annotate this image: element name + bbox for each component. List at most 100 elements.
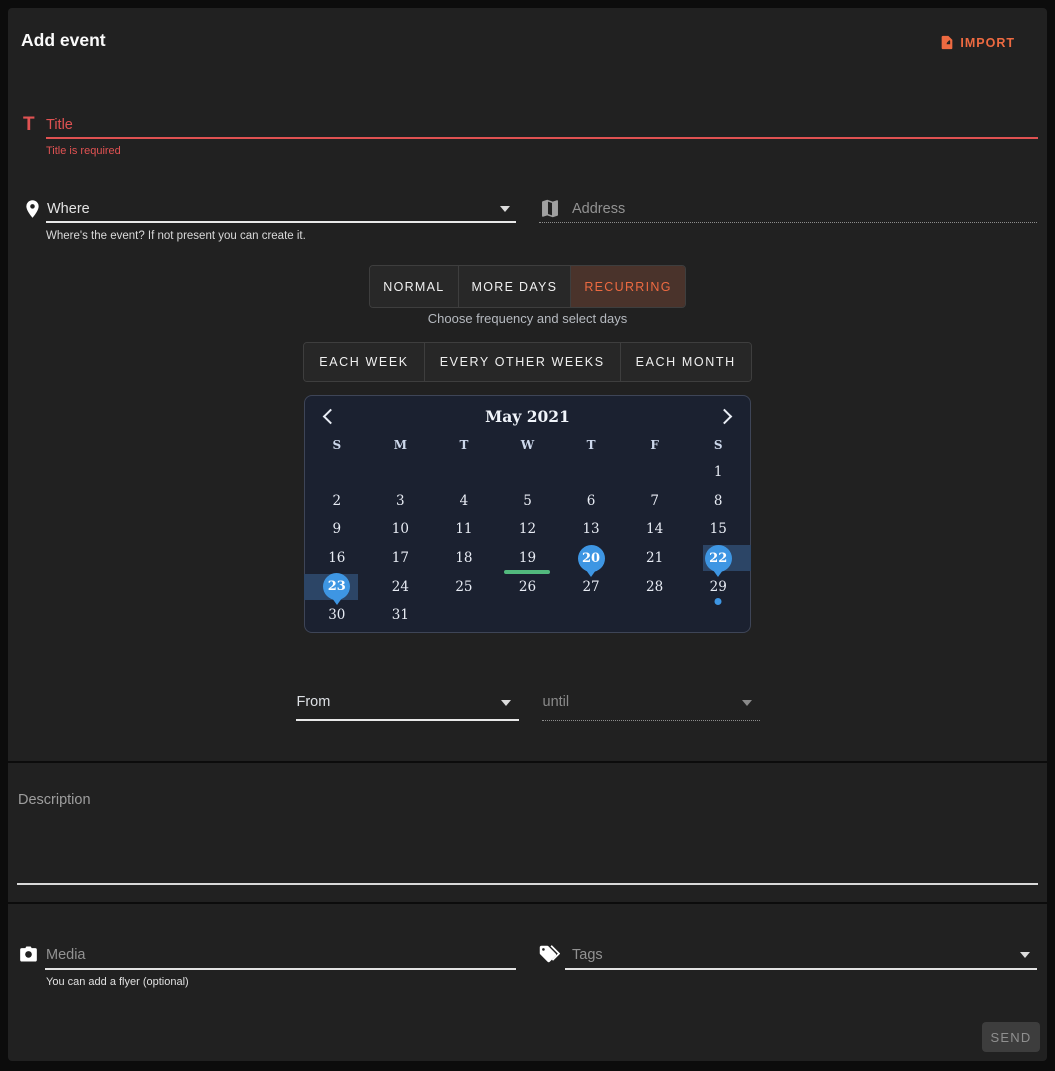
import-button[interactable]: IMPORT [935,32,1019,53]
from-underline [296,719,519,721]
calendar-empty-cell [369,458,433,487]
day-number: 4 [460,493,469,509]
weekday-label: S [305,436,369,456]
calendar-day-20[interactable]: 20 [559,544,623,573]
import-label: IMPORT [960,36,1015,50]
mode-tab-recurring[interactable]: RECURRING [570,266,684,307]
calendar-day-21[interactable]: 21 [623,544,687,573]
calendar-empty-cell [559,601,623,630]
tags-icon [537,944,560,970]
where-placeholder: Where [47,201,90,217]
calendar-day-15[interactable]: 15 [686,515,750,544]
calendar-empty-cell [686,601,750,630]
calendar-day-16[interactable]: 16 [305,544,369,573]
calendar-day-19[interactable]: 19 [496,544,560,573]
calendar-prev-icon[interactable] [323,408,339,424]
mode-tab-group: NORMALMORE DAYSRECURRING [369,265,685,308]
calendar-day-6[interactable]: 6 [559,487,623,516]
calendar-day-27[interactable]: 27 [559,572,623,601]
weekday-label: F [623,436,687,456]
day-number: 7 [650,493,659,509]
weekday-label: S [686,436,750,456]
calendar-day-28[interactable]: 28 [623,572,687,601]
day-number: 28 [646,579,663,595]
day-number: 24 [392,579,409,595]
description-section: Description [8,763,1047,902]
calendar-day-24[interactable]: 24 [369,572,433,601]
weekday-label: T [432,436,496,456]
calendar-day-3[interactable]: 3 [369,487,433,516]
calendar-day-23[interactable]: 23 [305,572,369,601]
calendar-day-22[interactable]: 22 [686,544,750,573]
calendar-day-30[interactable]: 30 [305,601,369,630]
day-number: 13 [582,521,599,537]
calendar-day-1[interactable]: 1 [686,458,750,487]
day-number: 31 [392,607,409,623]
calendar-day-11[interactable]: 11 [432,515,496,544]
until-underline [542,720,760,721]
day-number: 20 [578,545,605,572]
day-number: 5 [523,493,532,509]
from-time-select[interactable]: From [296,691,519,723]
calendar-day-29[interactable]: 29 [686,572,750,601]
title-error-message: Title is required [46,145,121,157]
weekday-label: W [496,436,560,456]
day-number: 26 [519,579,536,595]
calendar-day-25[interactable]: 25 [432,572,496,601]
calendar-empty-cell [496,601,560,630]
calendar-empty-cell [623,458,687,487]
calendar-grid: 1234567891011121314151617181920212223242… [305,458,750,630]
day-number: 22 [705,545,732,572]
calendar: May 2021 SMTWTFS 12345678910111213141516… [304,395,751,633]
calendar-day-8[interactable]: 8 [686,487,750,516]
calendar-day-4[interactable]: 4 [432,487,496,516]
tags-placeholder: Tags [572,947,603,963]
day-number: 8 [714,493,723,509]
mode-tab-normal[interactable]: NORMAL [370,266,457,307]
media-placeholder: Media [46,947,86,963]
calendar-day-5[interactable]: 5 [496,487,560,516]
calendar-day-7[interactable]: 7 [623,487,687,516]
calendar-day-14[interactable]: 14 [623,515,687,544]
day-number: 16 [328,550,345,566]
file-import-icon [939,34,955,51]
from-dropdown-arrow-icon [501,700,511,706]
calendar-day-10[interactable]: 10 [369,515,433,544]
day-number: 21 [646,550,663,566]
calendar-day-13[interactable]: 13 [559,515,623,544]
day-number: 27 [582,579,599,595]
send-button[interactable]: SEND [982,1022,1040,1052]
calendar-header: May 2021 [305,396,750,436]
location-pin-icon [22,198,43,225]
calendar-day-26[interactable]: 26 [496,572,560,601]
frequency-each-week[interactable]: EACH WEEK [304,343,423,381]
day-number: 29 [710,579,727,595]
frequency-each-month[interactable]: EACH MONTH [620,343,751,381]
calendar-next-icon[interactable] [717,408,733,424]
frequency-button-group: EACH WEEKEVERY OTHER WEEKSEACH MONTH [303,342,751,382]
description-textarea[interactable] [17,783,1038,883]
day-number: 10 [392,521,409,537]
day-number: 30 [328,607,345,623]
from-label: From [297,694,331,710]
calendar-day-2[interactable]: 2 [305,487,369,516]
calendar-day-12[interactable]: 12 [496,515,560,544]
day-number: 25 [455,579,472,595]
calendar-day-17[interactable]: 17 [369,544,433,573]
until-time-select[interactable]: until [542,691,760,723]
calendar-day-9[interactable]: 9 [305,515,369,544]
calendar-day-18[interactable]: 18 [432,544,496,573]
day-number: 2 [332,493,341,509]
calendar-empty-cell [623,601,687,630]
media-underline [45,968,516,970]
day-number: 15 [710,521,727,537]
calendar-weekdays: SMTWTFS [305,436,750,456]
frequency-every-other-weeks[interactable]: EVERY OTHER WEEKS [424,343,620,381]
calendar-empty-cell [496,458,560,487]
day-number: 9 [332,521,341,537]
calendar-day-31[interactable]: 31 [369,601,433,630]
description-placeholder: Description [18,792,91,808]
tags-underline [565,968,1037,970]
day-number: 17 [392,550,409,566]
mode-tab-more-days[interactable]: MORE DAYS [458,266,571,307]
